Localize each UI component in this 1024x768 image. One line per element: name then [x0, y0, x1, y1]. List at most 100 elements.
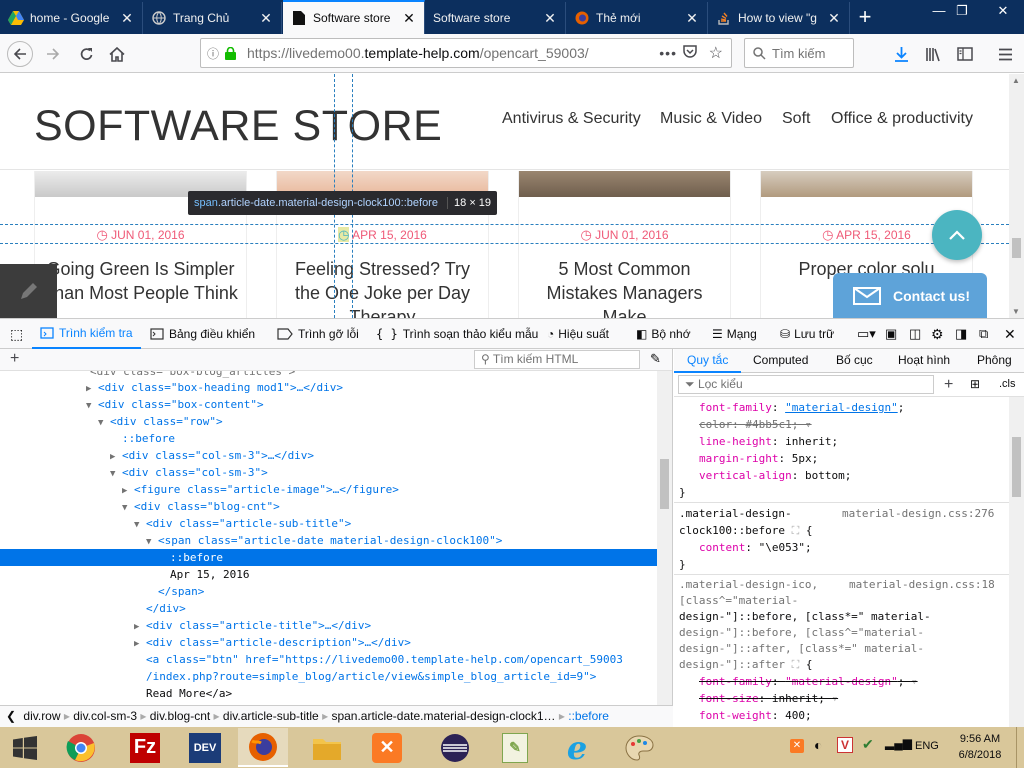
back-button[interactable]: [7, 41, 33, 67]
tab-style-editor[interactable]: { } Trình soạn thảo kiểu mẫu: [376, 319, 538, 349]
article-image[interactable]: [519, 171, 730, 197]
clock-time[interactable]: 9:56 AM: [958, 733, 1002, 745]
sidebar-button[interactable]: [952, 41, 978, 67]
home-button[interactable]: [104, 41, 130, 67]
responsive-design-icon[interactable]: ▣: [885, 319, 897, 349]
separate-window-icon[interactable]: ⧉: [979, 319, 988, 349]
show-desktop-button[interactable]: [1016, 727, 1024, 768]
tab-layout[interactable]: Bố cục: [836, 349, 873, 372]
tab-debugger[interactable]: Trình gỡ lỗi: [277, 319, 359, 349]
breadcrumb-item[interactable]: div.blog-cnt: [150, 709, 210, 723]
menu-music-video[interactable]: Music & Video: [660, 110, 762, 128]
url-text[interactable]: https://livedemo00.template-help.com/ope…: [241, 45, 589, 61]
taskbar-xampp[interactable]: ✕: [362, 728, 412, 767]
rule-selector[interactable]: clock100::before ⛶ {: [679, 522, 813, 539]
site-logo[interactable]: SOFTWARE STORE: [34, 102, 442, 151]
forward-button[interactable]: [40, 41, 66, 67]
restore-button[interactable]: ❐: [945, 0, 979, 22]
markup-line[interactable]: ▼ <div class="col-sm-3">: [0, 464, 657, 481]
breadcrumb-item[interactable]: div.col-sm-3: [73, 709, 137, 723]
screenshot-icon[interactable]: ◫: [909, 319, 921, 349]
add-node-icon[interactable]: +: [10, 350, 19, 368]
article-image[interactable]: [761, 171, 972, 197]
tray-v-icon[interactable]: V: [837, 737, 853, 753]
tab-fonts[interactable]: Phông: [977, 349, 1012, 372]
rule-selector[interactable]: .material-design-ico,: [679, 576, 818, 593]
markup-line[interactable]: ▼ <div class="blog-cnt">: [0, 498, 657, 515]
menu-button[interactable]: [992, 41, 1018, 67]
eyedropper-icon[interactable]: ✎: [650, 351, 661, 367]
tab-performance[interactable]: ◔ Hiệu suất: [547, 319, 609, 349]
pick-element-icon[interactable]: ⬚: [10, 319, 23, 349]
markup-line[interactable]: ▶ <div class="article-description">…</div…: [0, 634, 657, 651]
rule-selector[interactable]: design-"]::after, [class*=" material-: [679, 640, 924, 657]
bookmark-star-icon[interactable]: ☆: [709, 43, 723, 63]
side-edit-button[interactable]: [0, 264, 57, 318]
css-declaration[interactable]: font-family: "material-design";: [679, 399, 904, 416]
scroll-up-arrow[interactable]: ▲: [1012, 76, 1020, 85]
chevron-left-icon[interactable]: ❮: [0, 709, 20, 723]
dock-side-icon[interactable]: ◨: [955, 319, 967, 349]
taskbar-devcpp[interactable]: DEV: [180, 728, 230, 767]
rule-selector[interactable]: .material-design-: [679, 505, 792, 522]
menu-soft[interactable]: Soft: [782, 110, 810, 128]
article-title[interactable]: Feeling Stressed? Try the One Joke per D…: [285, 257, 480, 318]
taskbar-paint[interactable]: [614, 728, 664, 767]
article-title[interactable]: Going Green Is Simpler Than Most People …: [43, 257, 238, 305]
tray-sync-icon[interactable]: ✔: [862, 736, 874, 753]
css-declaration[interactable]: font-weight: 400;: [679, 707, 812, 724]
css-declaration[interactable]: margin-right: 5px;: [679, 450, 818, 467]
tab-computed[interactable]: Computed: [753, 349, 808, 372]
url-bar[interactable]: ⓘ https://livedemo00.template-help.com/o…: [200, 38, 732, 68]
css-declaration-overridden[interactable]: color: #4bb5c1; ▿: [679, 416, 812, 433]
page-scrollbar[interactable]: ▲ ▼: [1009, 74, 1024, 318]
start-button[interactable]: [0, 728, 50, 767]
tab-trang-chu[interactable]: Trang Chủ ✕: [143, 2, 282, 34]
close-tab-icon[interactable]: ✕: [120, 10, 134, 27]
taskbar-notepad-plus[interactable]: ✎: [490, 728, 540, 767]
menu-office[interactable]: Office & productivity: [831, 110, 973, 128]
rule-source-link[interactable]: material-design.css:18: [849, 576, 995, 593]
markup-line[interactable]: <a class="btn" href="https://livedemo00.…: [0, 651, 657, 668]
rule-selector[interactable]: design-"]::after ⛶ {: [679, 656, 813, 673]
tab-inspector[interactable]: Trình kiểm tra: [32, 319, 141, 349]
downloads-button[interactable]: [888, 41, 914, 67]
scroll-thumb[interactable]: [1012, 238, 1021, 258]
breadcrumb-item[interactable]: div.row: [23, 709, 60, 723]
rule-selector[interactable]: design-"]::before, [class^="material-: [679, 624, 924, 641]
markup-line[interactable]: ::before: [0, 430, 657, 447]
close-window-button[interactable]: ✕: [986, 0, 1020, 22]
highlight-selector-icon[interactable]: ⛶: [792, 524, 800, 537]
scroll-down-arrow[interactable]: ▼: [1012, 307, 1020, 316]
rule-selector[interactable]: design-"]::before, [class*=" material-: [679, 608, 931, 625]
rule-source-link[interactable]: material-design.css:276: [842, 505, 994, 522]
markup-line[interactable]: Read More</a>: [0, 685, 657, 702]
close-tab-icon[interactable]: ✕: [259, 10, 273, 27]
tab-the-moi[interactable]: Thẻ mới ✕: [566, 2, 708, 34]
settings-gear-icon[interactable]: ⚙: [931, 319, 944, 349]
taskbar-eclipse[interactable]: [430, 728, 480, 767]
tray-shield-icon[interactable]: ◐: [814, 737, 822, 753]
library-button[interactable]: [920, 41, 946, 67]
css-declaration[interactable]: content: "\e053";: [679, 539, 812, 556]
tab-home-google[interactable]: home - Google ✕: [0, 2, 143, 34]
markup-line[interactable]: </span>: [0, 583, 657, 600]
taskbar-internet-explorer[interactable]: e: [552, 728, 602, 767]
rules-scrollbar[interactable]: [1009, 397, 1024, 727]
close-devtools-icon[interactable]: ✕: [1004, 319, 1016, 349]
tab-animations[interactable]: Hoạt hình: [898, 349, 950, 372]
tab-storage[interactable]: ⛁ Lưu trữ: [780, 319, 834, 349]
language-indicator[interactable]: ENG: [915, 740, 939, 752]
close-tab-icon[interactable]: ✕: [827, 10, 841, 27]
filter-styles-input[interactable]: ⏷ Lọc kiểu: [678, 375, 934, 394]
signal-bars-icon[interactable]: ▂▄▆: [885, 736, 912, 750]
reload-button[interactable]: [73, 41, 99, 67]
highlight-selector-icon[interactable]: ⛶: [792, 658, 800, 671]
css-declaration-overridden[interactable]: font-size: inherit; ▿: [679, 690, 838, 707]
overflow-tabs-icon[interactable]: ▭▾: [857, 319, 876, 349]
tab-console[interactable]: Bảng điều khiển: [150, 319, 255, 349]
markup-line[interactable]: ▼ <span class="article-date material-desi…: [0, 532, 657, 549]
close-tab-icon[interactable]: ✕: [685, 10, 699, 27]
markup-line[interactable]: </div>: [0, 600, 657, 617]
tray-xampp-icon[interactable]: ✕: [790, 739, 804, 753]
